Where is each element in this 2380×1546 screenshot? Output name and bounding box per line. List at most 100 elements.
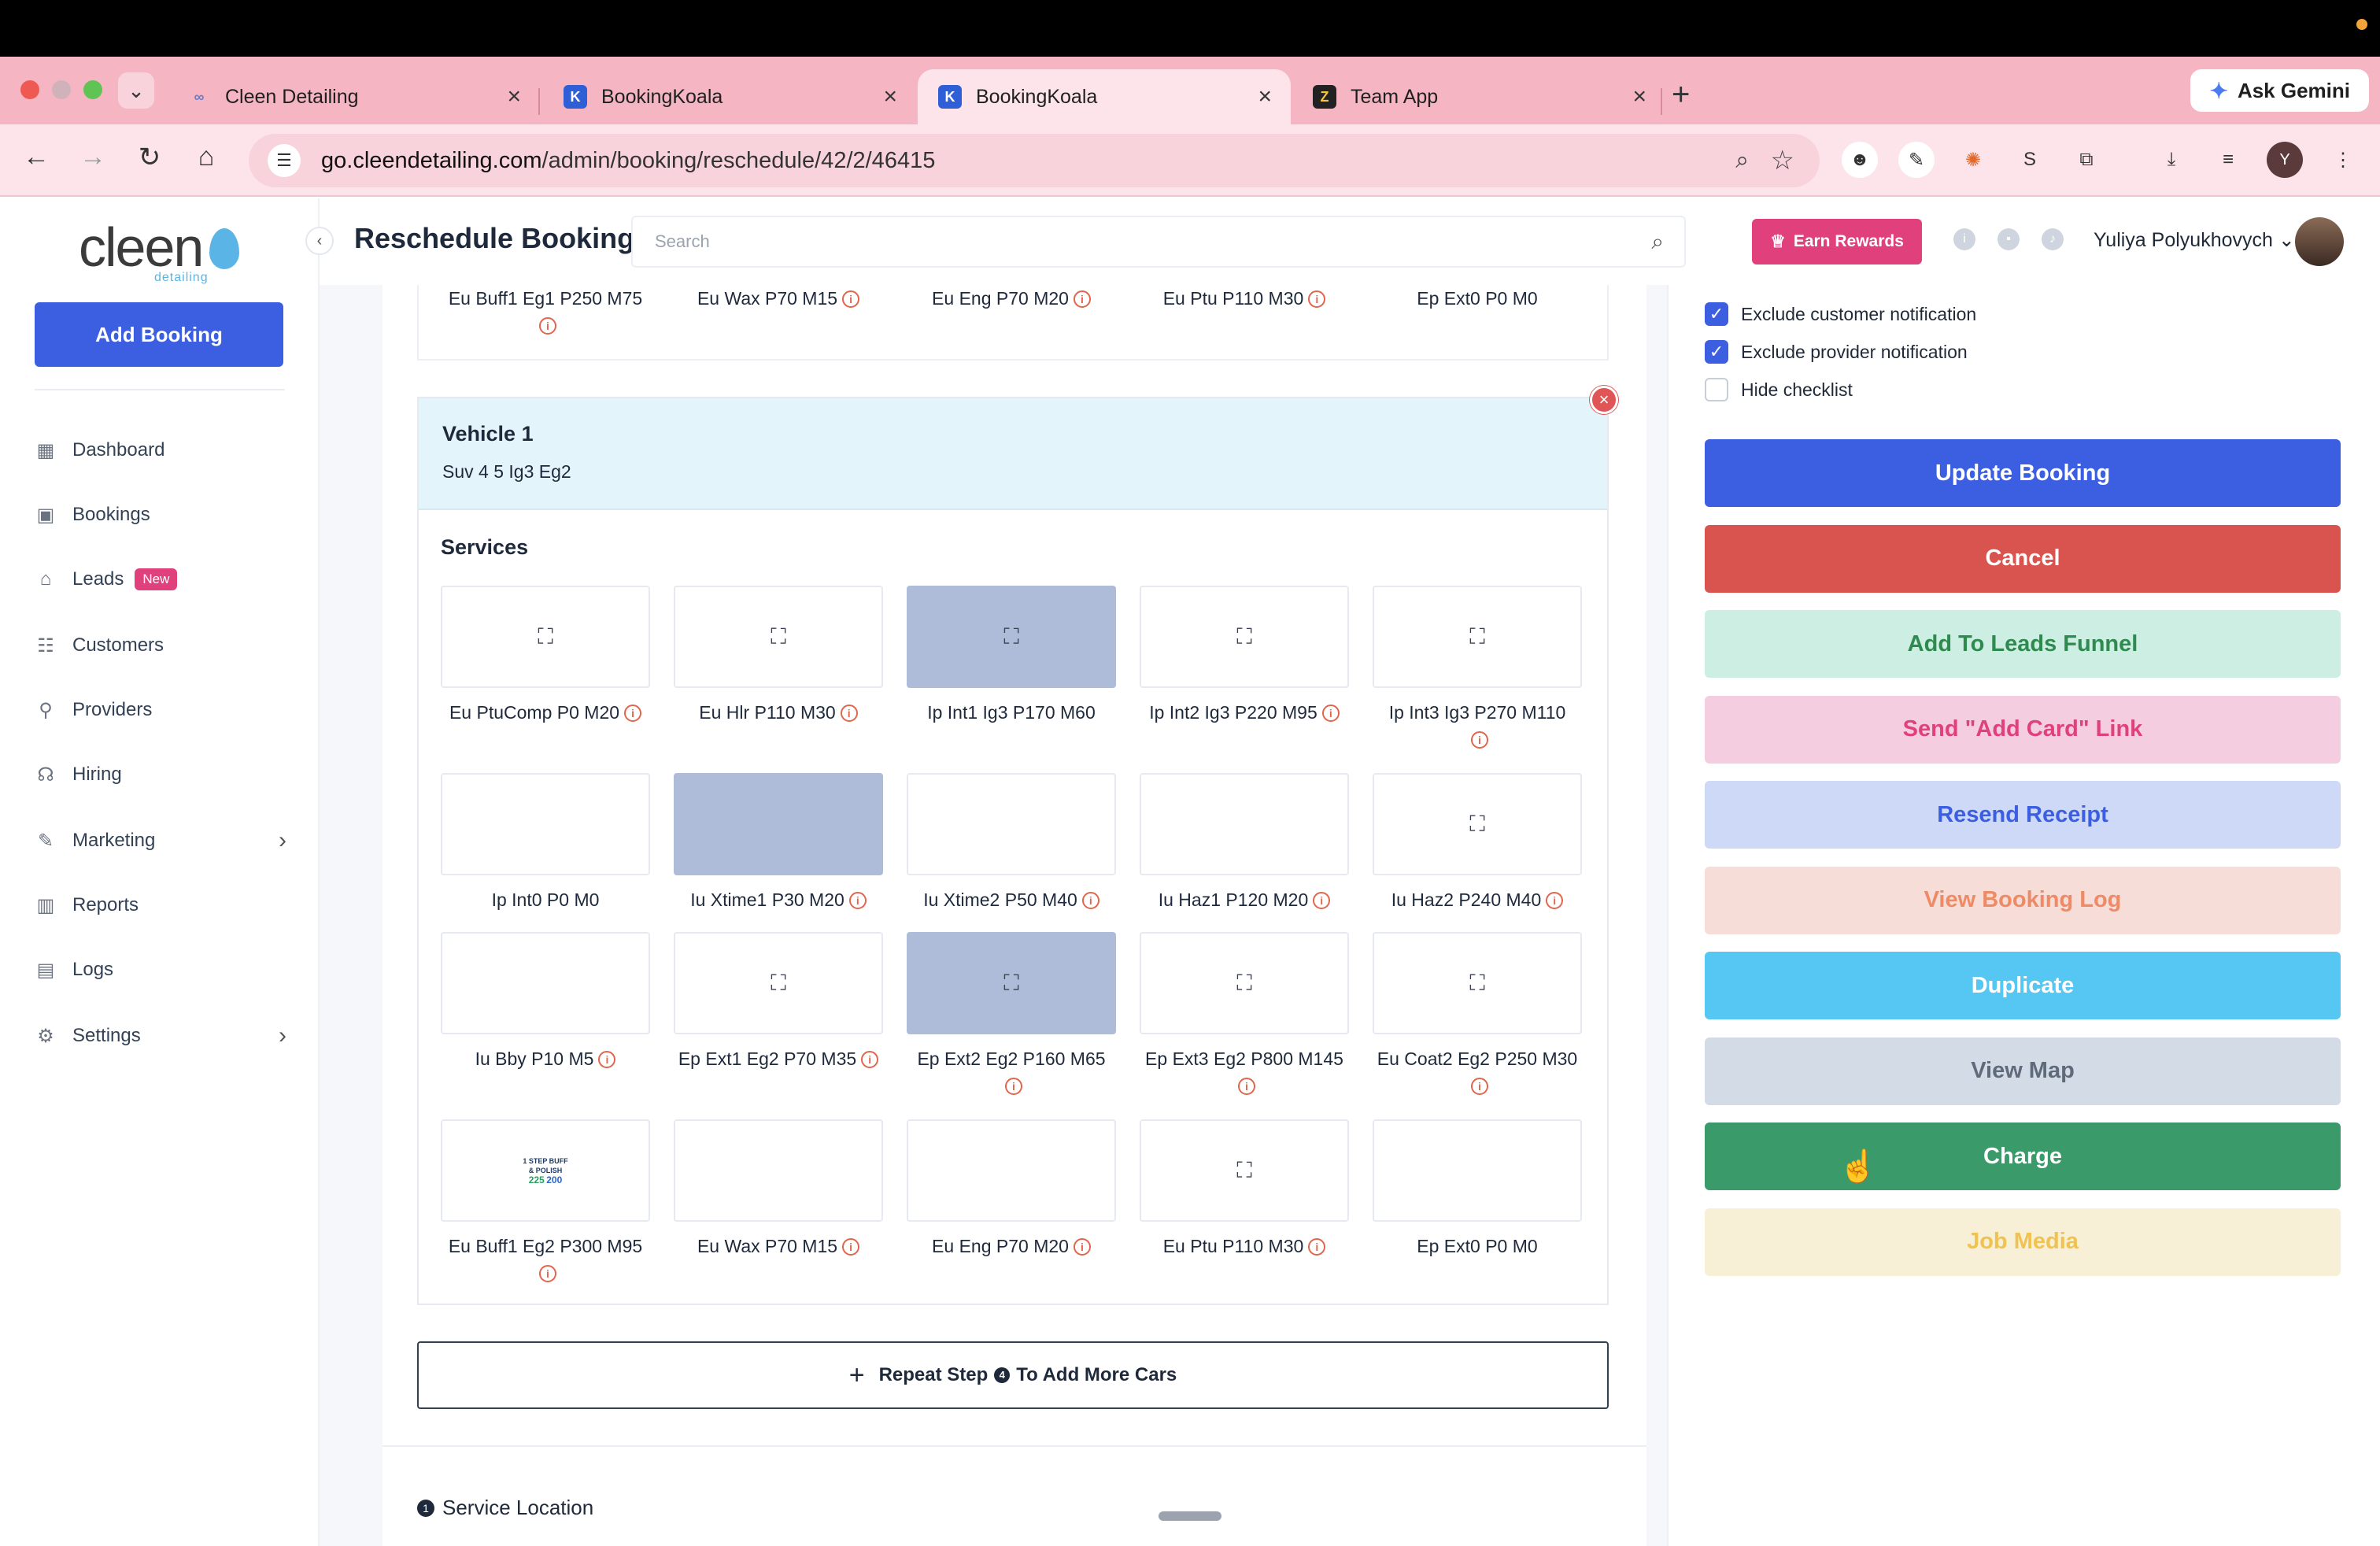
service-option[interactable]: Ip Int0 P0 M0 bbox=[441, 773, 650, 913]
service-tile[interactable]: ⛶ bbox=[1373, 773, 1582, 875]
back-arrow-icon[interactable]: ← bbox=[17, 142, 55, 172]
extension-brush-icon[interactable]: ✎ bbox=[1898, 142, 1935, 178]
service-tile[interactable]: ⛶ bbox=[907, 586, 1116, 688]
tab-team-app[interactable]: Z Team App × bbox=[1292, 69, 1665, 124]
service-tile[interactable]: ⛶ bbox=[1140, 1119, 1349, 1222]
close-window-icon[interactable] bbox=[20, 80, 39, 99]
chat-icon[interactable]: ▪ bbox=[1998, 228, 2020, 250]
service-option[interactable]: Iu Haz1 P120 M20 i bbox=[1140, 773, 1349, 913]
service-option[interactable]: ⛶ Eu Coat2 Eg2 P250 M30 i bbox=[1373, 932, 1582, 1099]
info-icon[interactable]: i bbox=[1073, 290, 1091, 308]
info-icon[interactable]: i bbox=[842, 290, 860, 308]
service-tile[interactable] bbox=[674, 1119, 883, 1222]
service-option[interactable]: Eu Buff1 Eg1 P250 M75 i bbox=[441, 274, 650, 338]
profile-avatar[interactable]: Y bbox=[2267, 142, 2303, 178]
new-tab-plus-icon[interactable]: + bbox=[1672, 77, 1690, 113]
extension-sunburst-icon[interactable]: ✺ bbox=[1955, 142, 1991, 178]
info-icon[interactable]: i bbox=[1471, 731, 1488, 749]
forward-arrow-icon[interactable]: → bbox=[74, 142, 112, 172]
service-option[interactable]: Iu Xtime1 P30 M20 i bbox=[674, 773, 883, 913]
extensions-puzzle-icon[interactable]: ⧉ bbox=[2068, 142, 2105, 178]
service-option[interactable]: Eu Eng P70 M20 i bbox=[907, 274, 1116, 312]
service-tile[interactable]: ⛶ bbox=[907, 932, 1116, 1034]
minimize-window-icon[interactable] bbox=[52, 80, 71, 99]
service-option[interactable]: ⛶ Eu Ptu P110 M30 i bbox=[1140, 1119, 1349, 1259]
service-option[interactable]: ⛶ Ip Int2 Ig3 P220 M95 i bbox=[1140, 586, 1349, 726]
checkbox[interactable] bbox=[1705, 378, 1728, 401]
reload-icon[interactable]: ↻ bbox=[131, 142, 168, 173]
charge-button[interactable]: Charge bbox=[1705, 1123, 2341, 1190]
checkbox-row[interactable]: ✓ Exclude provider notification bbox=[1705, 338, 1968, 365]
sidebar-item-bookings[interactable]: ▣ Bookings bbox=[35, 499, 286, 531]
service-option[interactable]: ⛶ Eu Hlr P110 M30 i bbox=[674, 586, 883, 726]
info-icon[interactable]: i bbox=[598, 1051, 616, 1068]
collapse-sidebar-chevron-icon[interactable]: ‹ bbox=[305, 227, 334, 255]
tab-bookingkoala-2-active[interactable]: K BookingKoala × bbox=[918, 69, 1291, 124]
media-control-icon[interactable]: ≡ bbox=[2210, 142, 2246, 178]
update-booking-button[interactable]: Update Booking bbox=[1705, 439, 2341, 507]
close-tab-icon[interactable]: × bbox=[883, 83, 897, 110]
service-tile[interactable]: ⛶ bbox=[441, 586, 650, 688]
sidebar-item-hiring[interactable]: ☊ Hiring bbox=[35, 759, 286, 790]
service-option[interactable]: ⛶ Ip Int3 Ig3 P270 M110 i bbox=[1373, 586, 1582, 753]
remove-vehicle-close-icon[interactable]: × bbox=[1590, 386, 1618, 414]
service-tile[interactable] bbox=[674, 773, 883, 875]
info-icon[interactable]: i bbox=[1471, 1078, 1488, 1095]
info-icon[interactable]: i bbox=[624, 705, 642, 722]
cleen-logo[interactable]: cleen detailing bbox=[79, 216, 239, 284]
info-icon[interactable]: i bbox=[1081, 892, 1099, 909]
zoom-icon[interactable]: ⌕ bbox=[1735, 147, 1749, 174]
sidebar-item-reports[interactable]: ▥ Reports bbox=[35, 890, 286, 921]
user-avatar[interactable] bbox=[2295, 217, 2344, 266]
info-icon[interactable]: i bbox=[1005, 1078, 1022, 1095]
earn-rewards-button[interactable]: ♕ Earn Rewards bbox=[1752, 219, 1922, 264]
service-tile[interactable] bbox=[1373, 1119, 1582, 1222]
search-icon[interactable]: ⌕ bbox=[1651, 229, 1664, 255]
service-tile[interactable]: ⛶ bbox=[1140, 932, 1349, 1034]
info-icon[interactable]: i bbox=[1546, 892, 1564, 909]
service-tile[interactable]: ⛶ bbox=[674, 932, 883, 1034]
service-tile[interactable] bbox=[1140, 773, 1349, 875]
service-option[interactable]: ⛶ Ep Ext1 Eg2 P70 M35 i bbox=[674, 932, 883, 1072]
send-add-card-link-button[interactable]: Send "Add Card" Link bbox=[1705, 695, 2341, 764]
service-option[interactable]: Eu Wax P70 M15 i bbox=[674, 1119, 883, 1259]
service-option[interactable]: ⛶ Ep Ext3 Eg2 P800 M145 i bbox=[1140, 932, 1349, 1099]
service-tile[interactable] bbox=[441, 932, 650, 1034]
service-tile[interactable]: ⛶ bbox=[1140, 586, 1349, 688]
cancel-button[interactable]: Cancel bbox=[1705, 524, 2341, 593]
service-option[interactable]: 1 STEP BUFF & POLISH 225 200 Eu Buff1 Eg2 P… bbox=[441, 1119, 650, 1286]
close-tab-icon[interactable]: × bbox=[1632, 83, 1646, 110]
info-icon[interactable]: i bbox=[539, 317, 556, 335]
browser-menu-icon[interactable]: ⋮ bbox=[2325, 142, 2361, 178]
maximize-window-icon[interactable] bbox=[83, 80, 102, 99]
info-icon[interactable]: i bbox=[1313, 892, 1331, 909]
info-icon[interactable]: i bbox=[1308, 290, 1326, 308]
add-booking-button[interactable]: Add Booking bbox=[35, 302, 283, 367]
service-option[interactable]: Eu Ptu P110 M30 i bbox=[1140, 274, 1349, 312]
user-menu[interactable]: Yuliya Polyukhovych ⌄ bbox=[2094, 228, 2295, 252]
info-icon[interactable]: i bbox=[1238, 1078, 1255, 1095]
info-icon[interactable]: i bbox=[840, 705, 858, 722]
tab-search-chevron-icon[interactable]: ⌄ bbox=[118, 72, 154, 109]
service-option[interactable]: ⛶ Iu Haz2 P240 M40 i bbox=[1373, 773, 1582, 913]
service-option[interactable]: Eu Eng P70 M20 i bbox=[907, 1119, 1116, 1259]
duplicate-button[interactable]: Duplicate bbox=[1705, 952, 2341, 1019]
service-option[interactable]: Ep Ext0 P0 M0 bbox=[1373, 1119, 1582, 1259]
service-option[interactable]: ⛶ Ip Int1 Ig3 P170 M60 bbox=[907, 586, 1116, 726]
service-option[interactable]: ⛶ Ep Ext2 Eg2 P160 M65 i bbox=[907, 932, 1116, 1099]
service-option[interactable]: ⛶ Eu PtuComp P0 M20 i bbox=[441, 586, 650, 726]
info-icon[interactable]: i bbox=[1308, 1238, 1326, 1256]
info-icon[interactable]: i bbox=[1073, 1238, 1091, 1256]
service-tile[interactable] bbox=[441, 773, 650, 875]
repeat-step-add-cars-button[interactable]: + Repeat Step 4 To Add More Cars bbox=[417, 1341, 1609, 1409]
sidebar-item-providers[interactable]: ⚲ Providers bbox=[35, 694, 286, 726]
home-icon[interactable]: ⌂ bbox=[187, 142, 225, 172]
extension-s-icon[interactable]: S bbox=[2012, 142, 2048, 178]
search-input[interactable]: Search ⌕ bbox=[631, 216, 1686, 268]
info-icon[interactable]: i bbox=[1321, 705, 1340, 722]
sidebar-item-dashboard[interactable]: ▦ Dashboard bbox=[35, 435, 286, 466]
download-icon[interactable]: ⤓ bbox=[2153, 142, 2190, 178]
close-tab-icon[interactable]: × bbox=[507, 83, 521, 110]
service-option[interactable]: Eu Wax P70 M15 i bbox=[674, 274, 883, 312]
sidebar-item-logs[interactable]: ▤ Logs bbox=[35, 954, 286, 986]
